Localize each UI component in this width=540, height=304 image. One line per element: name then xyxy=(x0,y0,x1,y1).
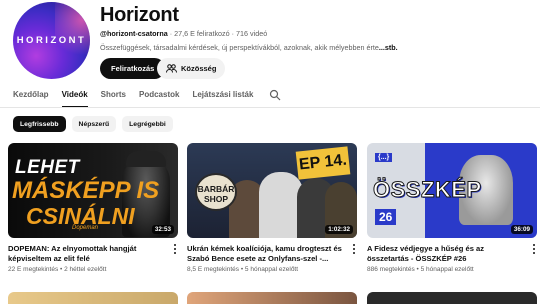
thumbnail-signature: Dopeman xyxy=(72,225,99,231)
video-thumbnail-partial[interactable] xyxy=(187,292,357,304)
thumbnail-text: {...} xyxy=(375,153,393,162)
avatar-logo-text: HORIZONT xyxy=(16,35,87,46)
channel-meta: @horizont-csatorna · 27,6 E feliratkozó … xyxy=(100,29,267,38)
video-duration: 32:53 xyxy=(151,225,174,234)
chip-latest[interactable]: Legfrissebb xyxy=(13,116,66,132)
description-text: Összefüggések, társadalmi kérdések, új p… xyxy=(100,43,379,52)
video-card[interactable]: BARBÁR SHOP EP 14. 1:02:32 Ukrán kémek k… xyxy=(187,143,357,273)
channel-name: Horizont xyxy=(100,4,179,26)
channel-description[interactable]: Összefüggések, társadalmi kérdések, új p… xyxy=(100,43,398,52)
tab-videos[interactable]: Videók xyxy=(61,88,88,108)
video-thumbnail[interactable]: LEHET MÁSKÉPP IS CSINÁLNI Dopeman 32:53 xyxy=(8,143,178,238)
upload-age: 5 hónappal ezelőtt xyxy=(420,266,474,273)
video-card[interactable]: {...} ÖSSZKÉP 26 36:09 A Fidesz védjegye… xyxy=(367,143,537,273)
subscribe-button[interactable]: Feliratkozás xyxy=(100,58,166,79)
video-meta: 22 E megtekintés • 2 héttel ezelőtt xyxy=(8,266,107,273)
tab-playlists[interactable]: Lejátszási listák xyxy=(192,88,253,108)
channel-search-button[interactable] xyxy=(266,88,281,102)
channel-handle: @horizont-csatorna xyxy=(100,29,168,38)
view-count: 8,5 E megtekintés xyxy=(187,266,240,273)
video-thumbnail-partial[interactable] xyxy=(367,292,537,304)
tab-home[interactable]: Kezdőlap xyxy=(13,88,49,108)
more-options-icon[interactable] xyxy=(172,244,178,256)
view-count: 22 E megtekintés xyxy=(8,266,59,273)
tab-podcasts[interactable]: Podcastok xyxy=(139,88,179,108)
thumbnail-text: EP 14. xyxy=(295,146,351,180)
thumbnail-text: LEHET xyxy=(15,157,80,178)
video-thumbnail-partial[interactable] xyxy=(8,292,178,304)
video-duration: 1:02:32 xyxy=(325,225,353,234)
tabs-divider xyxy=(0,107,540,108)
channel-tabs: Kezdőlap Videók Shorts Podcastok Lejátsz… xyxy=(13,88,281,108)
channel-avatar[interactable]: HORIZONT xyxy=(13,2,90,79)
chip-oldest[interactable]: Legrégebbi xyxy=(122,116,173,132)
video-title[interactable]: A Fidesz védjegye a hűség és az összetar… xyxy=(367,244,537,264)
video-thumbnail[interactable]: {...} ÖSSZKÉP 26 36:09 xyxy=(367,143,537,238)
video-duration: 36:09 xyxy=(510,225,533,234)
view-count: 886 megtekintés xyxy=(367,266,415,273)
search-icon xyxy=(270,89,281,101)
sort-chips: Legfrissebb Népszerű Legrégebbi xyxy=(13,116,173,132)
more-options-icon[interactable] xyxy=(351,244,357,256)
video-title[interactable]: Ukrán kémek koalíciója, kamu drogteszt é… xyxy=(187,244,357,264)
thumbnail-text: MÁSKÉPP IS xyxy=(12,177,160,204)
community-button[interactable]: Közösség xyxy=(157,58,226,79)
upload-age: 2 héttel ezelőtt xyxy=(64,266,107,273)
more-options-icon[interactable] xyxy=(531,244,537,256)
chip-popular[interactable]: Népszerű xyxy=(71,116,117,132)
tab-shorts[interactable]: Shorts xyxy=(101,88,126,108)
thumbnail-text: 26 xyxy=(375,209,397,225)
video-thumbnail[interactable]: BARBÁR SHOP EP 14. 1:02:32 xyxy=(187,143,357,238)
thumbnail-text: BARBÁR SHOP xyxy=(195,173,237,211)
video-card[interactable]: LEHET MÁSKÉPP IS CSINÁLNI Dopeman 32:53 … xyxy=(8,143,178,273)
community-label: Közösség xyxy=(181,64,217,73)
upload-age: 5 hónappal ezelőtt xyxy=(244,266,299,273)
subscriber-count: 27,6 E feliratkozó xyxy=(174,29,230,38)
video-count: 716 videó xyxy=(236,29,268,38)
thumbnail-text: ÖSSZKÉP xyxy=(373,177,482,203)
thumbnail-cap-image xyxy=(126,151,166,167)
video-meta: 886 megtekintés • 5 hónappal ezelőtt xyxy=(367,266,474,273)
people-icon xyxy=(166,64,177,73)
video-meta: 8,5 E megtekintés • 5 hónappal ezelőtt xyxy=(187,266,299,273)
description-more-link[interactable]: ...stb. xyxy=(379,43,398,52)
video-title[interactable]: DOPEMAN: Az elnyomottak hangját képvisel… xyxy=(8,244,178,264)
